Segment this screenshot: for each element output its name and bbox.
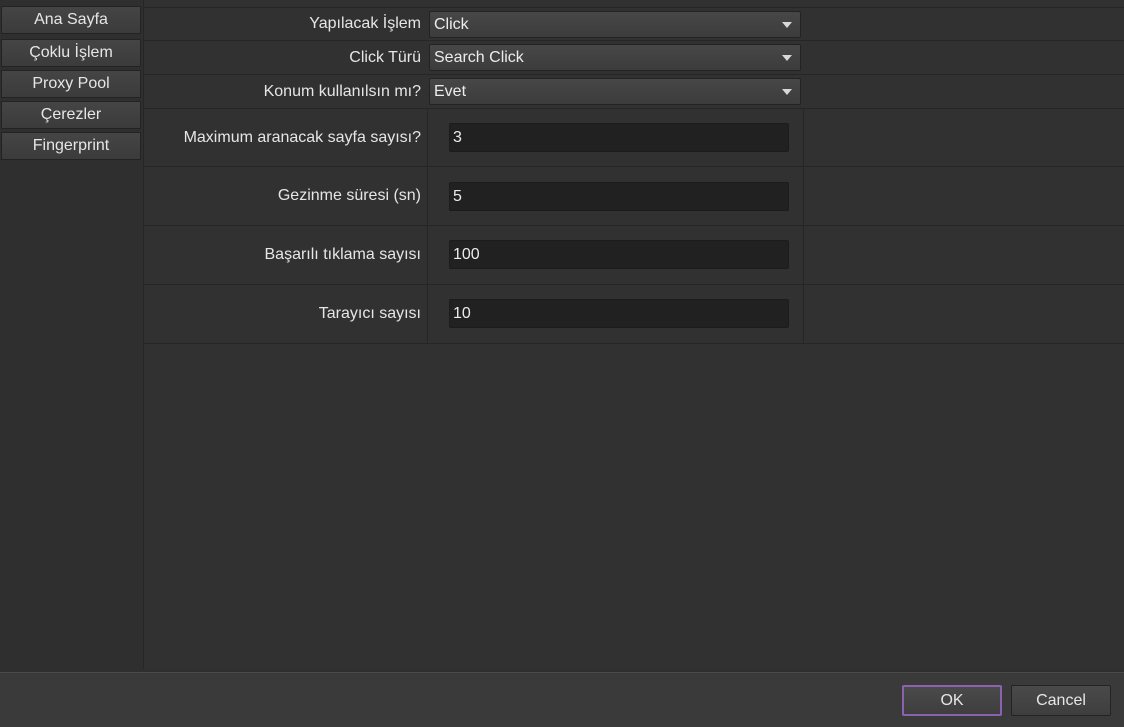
row-browse-time: Gezinme süresi (sn) 5 xyxy=(144,167,1124,226)
use-location-select[interactable]: Evet xyxy=(429,78,801,105)
sidebar: Ana Sayfa Çoklu İşlem Proxy Pool Çerezle… xyxy=(0,0,143,670)
row-max-pages: Maximum aranacak sayfa sayısı? 3 xyxy=(144,109,1124,167)
browser-count-label: Tarayıcı sayısı xyxy=(318,305,421,322)
column-divider xyxy=(803,285,804,343)
sidebar-item-coklu-islem[interactable]: Çoklu İşlem xyxy=(1,39,141,67)
column-divider xyxy=(427,167,428,225)
click-type-select[interactable]: Search Click xyxy=(429,44,801,71)
browse-time-label: Gezinme süresi (sn) xyxy=(277,187,421,204)
settings-panel: Yapılacak İşlem Click Click Türü Search … xyxy=(143,0,1124,669)
row-use-location: Konum kullanılsın mı? Evet xyxy=(144,75,1124,109)
browser-count-input[interactable]: 10 xyxy=(449,299,789,328)
settings-window: Ana Sayfa Çoklu İşlem Proxy Pool Çerezle… xyxy=(0,0,1124,727)
column-divider xyxy=(427,109,428,166)
ok-button[interactable]: OK xyxy=(902,685,1002,716)
browse-time-input[interactable]: 5 xyxy=(449,182,789,211)
column-divider xyxy=(427,285,428,343)
column-divider xyxy=(803,226,804,284)
use-location-label: Konum kullanılsın mı? xyxy=(263,82,421,100)
column-divider xyxy=(427,226,428,284)
operation-value: Click xyxy=(434,15,469,33)
row-success-clicks: Başarılı tıklama sayısı 100 xyxy=(144,226,1124,285)
success-clicks-label: Başarılı tıklama sayısı xyxy=(264,246,422,263)
click-type-label: Click Türü xyxy=(349,48,421,66)
sidebar-item-proxy-pool[interactable]: Proxy Pool xyxy=(1,70,141,98)
row-operation: Yapılacak İşlem Click xyxy=(144,8,1124,41)
dropdown-arrow-icon xyxy=(782,22,792,28)
column-divider xyxy=(803,109,804,166)
operation-select[interactable]: Click xyxy=(429,11,801,38)
sidebar-item-ana-sayfa[interactable]: Ana Sayfa xyxy=(1,6,141,34)
use-location-value: Evet xyxy=(434,82,467,100)
sidebar-item-cerezler[interactable]: Çerezler xyxy=(1,101,141,129)
dropdown-arrow-icon xyxy=(782,89,792,95)
max-pages-input[interactable]: 3 xyxy=(449,123,789,152)
max-pages-label: Maximum aranacak sayfa sayısı? xyxy=(183,128,421,146)
operation-label: Yapılacak İşlem xyxy=(309,15,421,32)
dialog-button-bar: OK Cancel xyxy=(0,672,1124,727)
cancel-button[interactable]: Cancel xyxy=(1011,685,1111,716)
row-click-type: Click Türü Search Click xyxy=(144,41,1124,75)
dropdown-arrow-icon xyxy=(782,55,792,61)
success-clicks-input[interactable]: 100 xyxy=(449,240,789,269)
row-browser-count: Tarayıcı sayısı 10 xyxy=(144,285,1124,344)
click-type-value: Search Click xyxy=(434,48,524,66)
sidebar-item-fingerprint[interactable]: Fingerprint xyxy=(1,132,141,160)
column-divider xyxy=(803,167,804,225)
